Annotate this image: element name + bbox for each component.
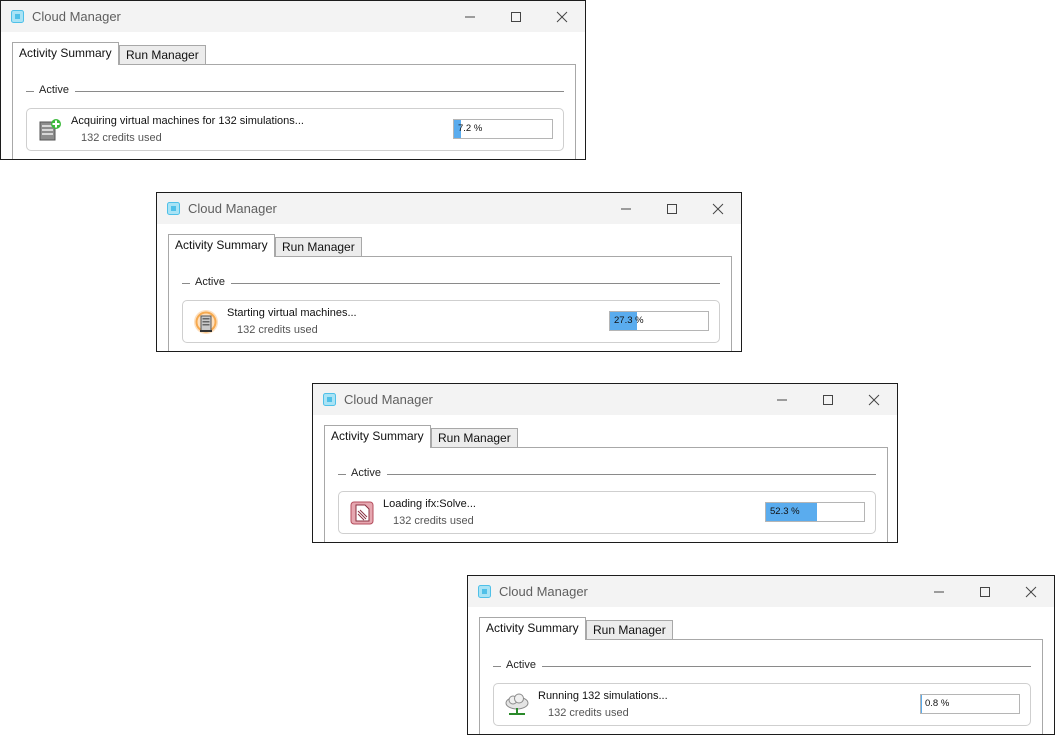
minimize-icon xyxy=(934,591,944,592)
progress-bar: 7.2 % xyxy=(453,119,553,139)
divider xyxy=(338,474,346,475)
window-title: Cloud Manager xyxy=(344,392,433,407)
progress-label: 0.8 % xyxy=(925,698,950,709)
maximize-button[interactable] xyxy=(649,193,695,224)
credits-used: 132 credits used xyxy=(393,515,474,527)
progress-label: 7.2 % xyxy=(458,123,483,134)
close-button[interactable] xyxy=(695,193,741,224)
maximize-button[interactable] xyxy=(493,1,539,32)
cloud-manager-window-1: Cloud Manager Activity Summary Run Manag… xyxy=(0,0,586,160)
divider xyxy=(182,283,190,284)
activity-card[interactable]: Loading ifx:Solve... 132 credits used 52… xyxy=(338,491,876,534)
window-title: Cloud Manager xyxy=(188,201,277,216)
status-text: Starting virtual machines... xyxy=(227,307,357,319)
app-icon xyxy=(323,393,336,406)
tab-run-manager[interactable]: Run Manager xyxy=(119,45,206,65)
progress-bar: 52.3 % xyxy=(765,502,865,522)
cloud-manager-window-4: Cloud Manager Activity Summary Run Manag… xyxy=(467,575,1055,735)
divider xyxy=(231,283,720,284)
divider xyxy=(75,91,564,92)
minimize-icon xyxy=(777,399,787,400)
server-add-icon xyxy=(39,119,61,141)
divider xyxy=(542,666,1031,667)
status-text: Running 132 simulations... xyxy=(538,690,668,702)
divider xyxy=(26,91,34,92)
activity-panel: Active Loading ifx:Solve... 132 credits … xyxy=(324,447,888,542)
maximize-icon xyxy=(667,203,677,214)
activity-panel: Active Running 132 simulations... 132 cr… xyxy=(479,639,1043,734)
maximize-icon xyxy=(511,11,521,22)
progress-fill xyxy=(921,695,922,713)
app-icon xyxy=(167,202,180,215)
status-text: Acquiring virtual machines for 132 simul… xyxy=(71,115,304,127)
app-icon xyxy=(478,585,491,598)
maximize-button[interactable] xyxy=(962,576,1008,607)
app-icon xyxy=(11,10,24,23)
progress-label: 27.3 % xyxy=(614,315,644,326)
progress-bar: 0.8 % xyxy=(920,694,1020,714)
group-label-active: Active xyxy=(39,84,69,96)
close-icon xyxy=(868,394,880,405)
title-bar[interactable]: Cloud Manager xyxy=(313,384,897,415)
group-label-active: Active xyxy=(195,276,225,288)
window-title: Cloud Manager xyxy=(32,9,121,24)
minimize-button[interactable] xyxy=(759,384,805,415)
minimize-button[interactable] xyxy=(603,193,649,224)
maximize-icon xyxy=(823,394,833,405)
title-bar[interactable]: Cloud Manager xyxy=(468,576,1054,607)
activity-card[interactable]: Starting virtual machines... 132 credits… xyxy=(182,300,720,343)
cloud-manager-window-2: Cloud Manager Activity Summary Run Manag… xyxy=(156,192,742,352)
credits-used: 132 credits used xyxy=(81,132,162,144)
minimize-icon xyxy=(465,16,475,17)
close-button[interactable] xyxy=(539,1,585,32)
progress-label: 52.3 % xyxy=(770,506,800,517)
credits-used: 132 credits used xyxy=(237,324,318,336)
tab-activity-summary[interactable]: Activity Summary xyxy=(324,425,431,448)
minimize-button[interactable] xyxy=(447,1,493,32)
activity-panel: Active Starting virtual machines... 132 … xyxy=(168,256,732,351)
server-starting-icon xyxy=(194,310,218,334)
tab-run-manager[interactable]: Run Manager xyxy=(586,620,673,640)
activity-card[interactable]: Acquiring virtual machines for 132 simul… xyxy=(26,108,564,151)
tab-activity-summary[interactable]: Activity Summary xyxy=(479,617,586,640)
tab-run-manager[interactable]: Run Manager xyxy=(275,237,362,257)
close-icon xyxy=(712,203,724,214)
divider xyxy=(493,666,501,667)
progress-bar: 27.3 % xyxy=(609,311,709,331)
maximize-icon xyxy=(980,586,990,597)
activity-card[interactable]: Running 132 simulations... 132 credits u… xyxy=(493,683,1031,726)
close-icon xyxy=(556,11,568,22)
tab-activity-summary[interactable]: Activity Summary xyxy=(12,42,119,65)
credits-used: 132 credits used xyxy=(548,707,629,719)
close-button[interactable] xyxy=(851,384,897,415)
activity-panel: Active Acquiring virtual machines for 13… xyxy=(12,64,576,159)
title-bar[interactable]: Cloud Manager xyxy=(157,193,741,224)
cloud-manager-window-3: Cloud Manager Activity Summary Run Manag… xyxy=(312,383,898,543)
close-button[interactable] xyxy=(1008,576,1054,607)
tab-run-manager[interactable]: Run Manager xyxy=(431,428,518,448)
tab-activity-summary[interactable]: Activity Summary xyxy=(168,234,275,257)
minimize-button[interactable] xyxy=(916,576,962,607)
group-label-active: Active xyxy=(351,467,381,479)
title-bar[interactable]: Cloud Manager xyxy=(1,1,585,32)
status-text: Loading ifx:Solve... xyxy=(383,498,476,510)
minimize-icon xyxy=(621,208,631,209)
document-loading-icon xyxy=(350,501,374,525)
close-icon xyxy=(1025,586,1037,597)
cloud-running-icon xyxy=(505,693,529,715)
maximize-button[interactable] xyxy=(805,384,851,415)
group-label-active: Active xyxy=(506,659,536,671)
divider xyxy=(387,474,876,475)
window-title: Cloud Manager xyxy=(499,584,588,599)
